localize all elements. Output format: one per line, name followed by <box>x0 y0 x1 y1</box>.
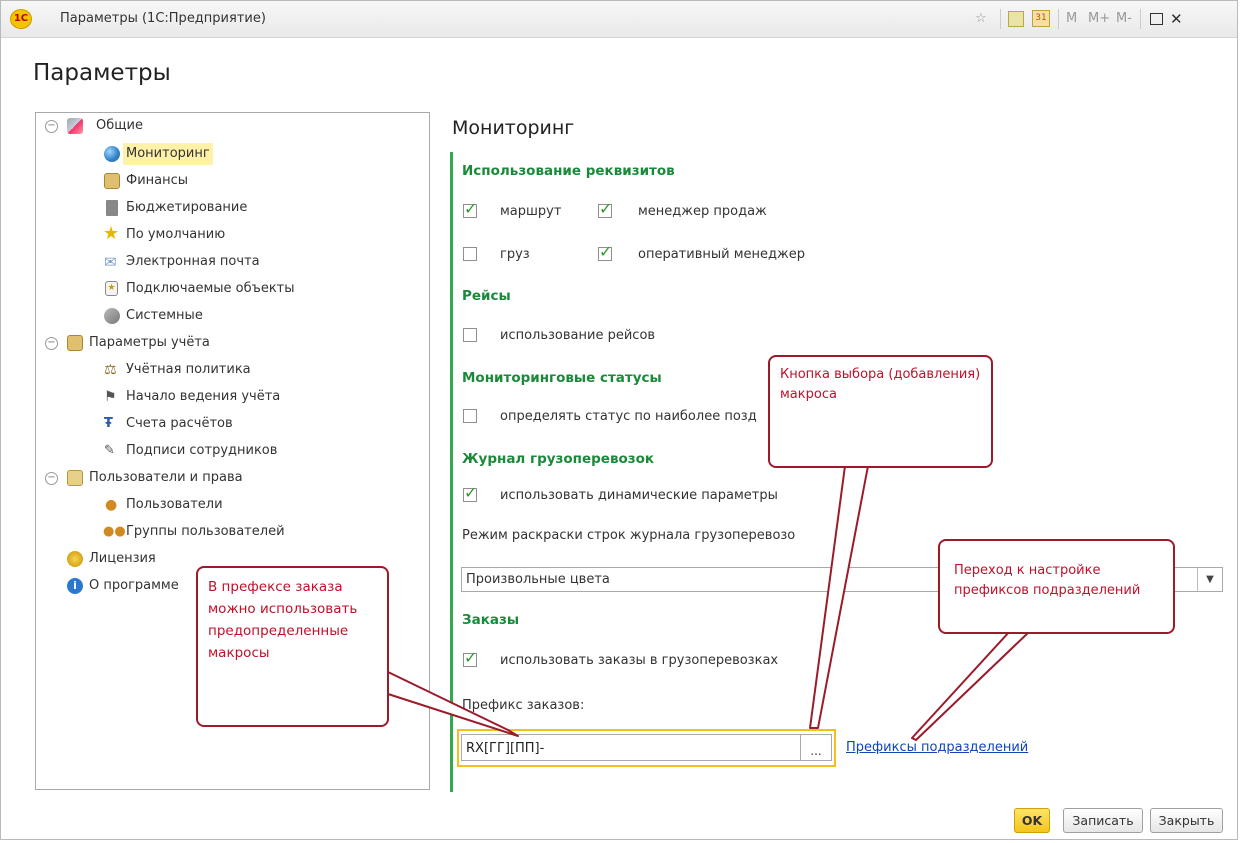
callout-tail-units-prefix <box>911 630 1031 741</box>
callout-prefix-macros: В префексе заказа можно использовать пре… <box>196 566 389 727</box>
callout-pointers <box>387 465 1031 741</box>
callout-tail-macro-button <box>809 465 869 729</box>
callout-tail-prefix-macros <box>387 671 519 737</box>
callout-units-prefix: Переход к настройке префиксов подразделе… <box>938 539 1175 634</box>
callout-macro-button: Кнопка выбора (добавления) макроса <box>768 355 993 468</box>
